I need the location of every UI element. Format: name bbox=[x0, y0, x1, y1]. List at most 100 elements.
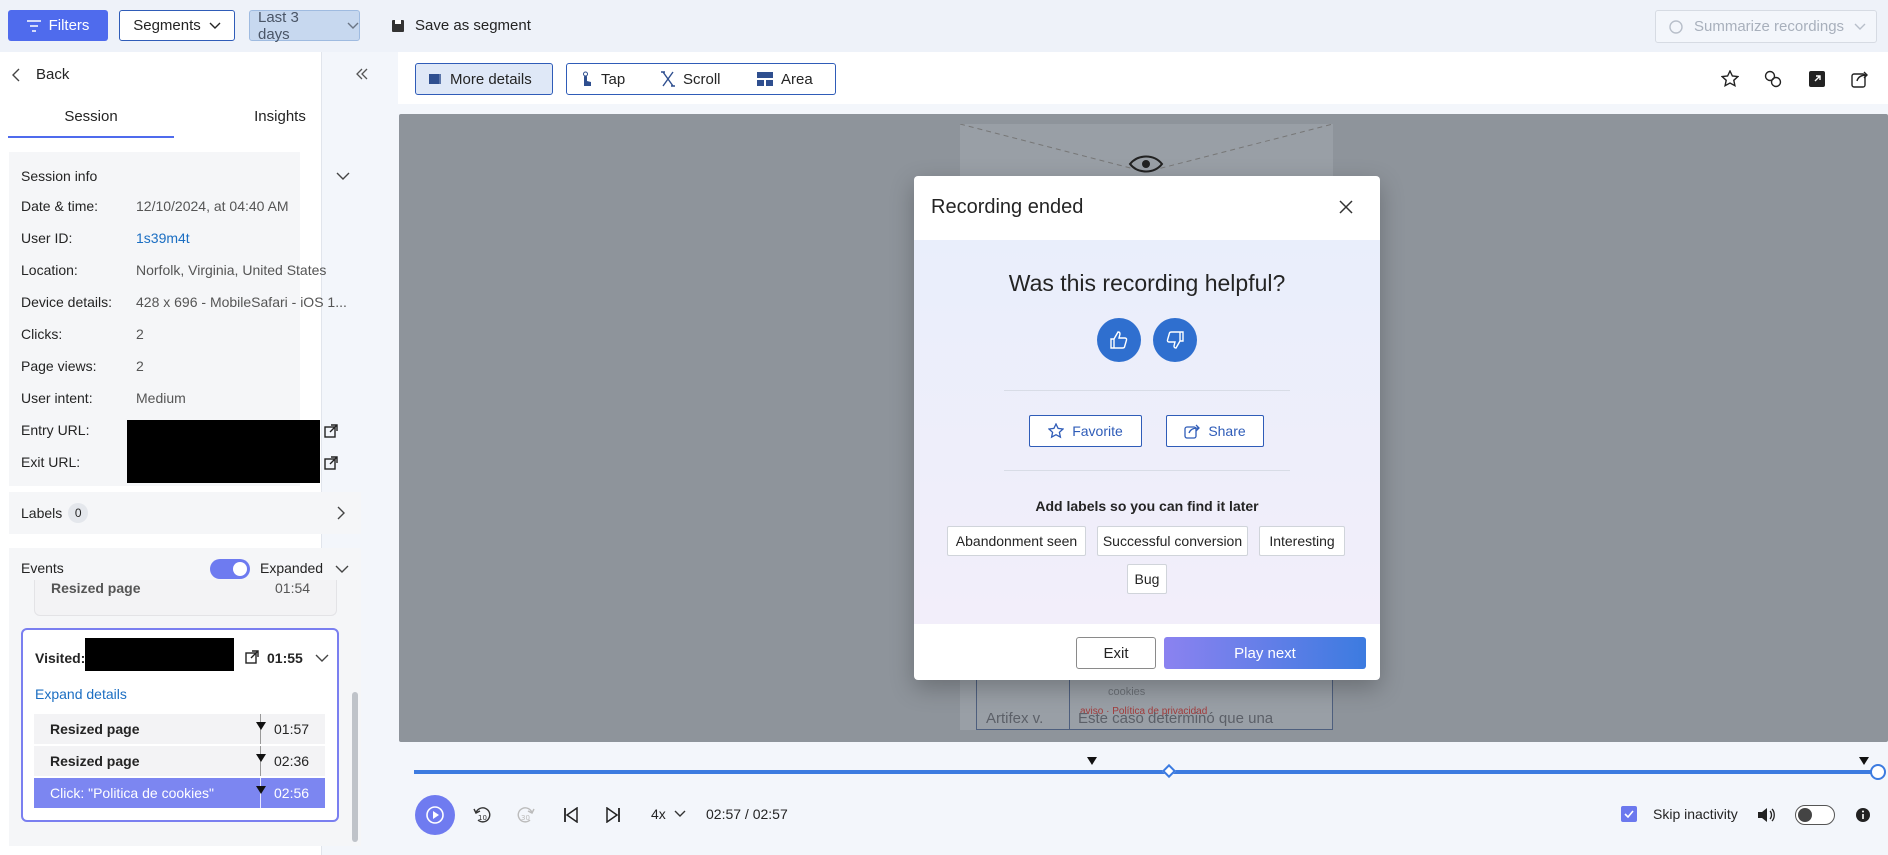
timeline-event-marker-icon bbox=[1087, 757, 1097, 765]
prev-event-time: 01:54 bbox=[275, 580, 311, 596]
info-icon[interactable] bbox=[1855, 807, 1871, 823]
skip-inactivity-label: Skip inactivity bbox=[1653, 806, 1738, 822]
divider bbox=[1004, 390, 1290, 391]
rewind-10-icon[interactable]: 10 bbox=[473, 805, 491, 825]
open-external-icon[interactable] bbox=[324, 424, 338, 438]
thumbs-down-button[interactable] bbox=[1153, 318, 1197, 362]
exit-button[interactable]: Exit bbox=[1076, 637, 1156, 669]
info-label-user-id: User ID: bbox=[21, 230, 73, 246]
chevron-down-icon bbox=[347, 22, 359, 29]
event-row[interactable]: Resized page 02:36 bbox=[34, 746, 325, 776]
top-bar: Filters Segments Last 3 days Save as seg… bbox=[0, 0, 1888, 52]
open-external-icon[interactable] bbox=[324, 456, 338, 470]
forward-30-icon: 30 bbox=[517, 807, 535, 823]
open-external-icon[interactable] bbox=[245, 650, 259, 664]
event-label: Resized page bbox=[50, 721, 140, 737]
more-details-label: More details bbox=[450, 70, 532, 88]
info-label-device: Device details: bbox=[21, 294, 113, 310]
timeline-event-marker-icon bbox=[1859, 757, 1869, 765]
checkmark-icon bbox=[1624, 810, 1634, 818]
label-chip-abandonment-seen[interactable]: Abandonment seen bbox=[947, 526, 1086, 556]
next-icon[interactable] bbox=[605, 807, 621, 823]
event-time: 02:56 bbox=[274, 785, 310, 801]
active-tab-indicator bbox=[8, 136, 174, 138]
label-chip-successful-conversion[interactable]: Successful conversion bbox=[1097, 526, 1248, 556]
chevron-down-icon[interactable] bbox=[315, 654, 329, 662]
expand-details-link[interactable]: Expand details bbox=[35, 686, 127, 702]
chevron-down-icon[interactable] bbox=[335, 565, 349, 573]
divider bbox=[1004, 470, 1290, 471]
back-label: Back bbox=[36, 66, 70, 83]
collapse-panel-icon[interactable] bbox=[355, 68, 369, 80]
star-icon[interactable] bbox=[1721, 70, 1739, 88]
share-icon[interactable] bbox=[1851, 70, 1869, 88]
previous-icon[interactable] bbox=[563, 807, 579, 823]
info-value-clicks: 2 bbox=[136, 326, 144, 342]
time-readout: 02:57 / 02:57 bbox=[706, 806, 788, 822]
svg-text:10: 10 bbox=[478, 814, 487, 822]
chevron-down-icon[interactable] bbox=[336, 172, 350, 180]
details-icon bbox=[429, 74, 441, 84]
recording-ended-dialog: Recording ended Was this recording helpf… bbox=[914, 176, 1380, 680]
scroll-icon bbox=[661, 71, 675, 87]
more-details-button[interactable]: More details bbox=[415, 63, 553, 95]
volume-icon[interactable] bbox=[1757, 807, 1775, 823]
caret-down-icon bbox=[256, 786, 266, 794]
timeline-playhead[interactable] bbox=[1870, 764, 1886, 780]
area-icon bbox=[757, 72, 773, 86]
caret-down-icon bbox=[256, 722, 266, 730]
chevron-left-icon bbox=[12, 68, 20, 81]
speed-dropdown[interactable]: 4x bbox=[651, 806, 686, 822]
tab-session[interactable]: Session bbox=[8, 108, 174, 125]
open-in-new-icon[interactable] bbox=[1808, 70, 1826, 88]
helpful-question: Was this recording helpful? bbox=[1008, 270, 1286, 296]
tap-icon bbox=[583, 71, 591, 86]
segments-dropdown[interactable]: Segments bbox=[119, 10, 235, 41]
page-row-left: Artifex v. bbox=[986, 710, 1044, 727]
favorite-button[interactable]: Favorite bbox=[1029, 415, 1142, 447]
player-toolbar: More details Tap Scroll Area bbox=[398, 52, 1888, 104]
labels-card[interactable]: Labels 0 bbox=[9, 492, 361, 534]
share-button[interactable]: Share bbox=[1166, 415, 1264, 447]
redacted-urls bbox=[127, 420, 320, 483]
events-scrollbar[interactable] bbox=[352, 692, 358, 842]
filters-button[interactable]: Filters bbox=[8, 10, 108, 41]
event-label: Resized page bbox=[50, 753, 140, 769]
segments-compare-icon[interactable] bbox=[1764, 70, 1782, 88]
date-range-dropdown[interactable]: Last 3 days bbox=[249, 9, 360, 43]
thumbs-up-button[interactable] bbox=[1097, 318, 1141, 362]
expanded-toggle[interactable] bbox=[210, 559, 250, 579]
play-next-button[interactable]: Play next bbox=[1164, 637, 1366, 669]
save-as-segment-button[interactable]: Save as segment bbox=[391, 17, 531, 34]
scroll-button[interactable]: Scroll bbox=[649, 63, 746, 95]
summarize-label: Summarize recordings bbox=[1694, 18, 1845, 35]
close-icon[interactable] bbox=[1339, 200, 1353, 214]
prev-event-row[interactable]: Resized page 01:54 bbox=[34, 580, 337, 616]
summarize-recordings-button[interactable]: Summarize recordings bbox=[1655, 10, 1877, 43]
prev-event-label: Resized page bbox=[51, 580, 141, 596]
thumbs-down-icon bbox=[1166, 331, 1184, 349]
events-title: Events bbox=[21, 560, 64, 576]
share-icon bbox=[1184, 424, 1201, 439]
tab-insights[interactable]: Insights bbox=[200, 108, 360, 125]
labels-prompt: Add labels so you can find it later bbox=[1035, 498, 1259, 514]
info-value-device: 428 x 696 - MobileSafari - iOS 1... bbox=[136, 294, 346, 310]
area-button[interactable]: Area bbox=[745, 63, 836, 95]
event-row[interactable]: Resized page 01:57 bbox=[34, 714, 325, 744]
favorite-label: Favorite bbox=[1072, 423, 1123, 439]
speed-label: 4x bbox=[651, 806, 666, 822]
back-button[interactable]: Back bbox=[12, 66, 69, 83]
skip-inactivity-checkbox[interactable] bbox=[1621, 806, 1637, 822]
save-as-segment-label: Save as segment bbox=[415, 17, 531, 34]
event-row-active[interactable]: Click: "Politica de cookies" 02:56 bbox=[34, 778, 325, 808]
info-value-date: 12/10/2024, at 04:40 AM bbox=[136, 198, 289, 214]
filters-label: Filters bbox=[48, 17, 90, 34]
label-chip-interesting[interactable]: Interesting bbox=[1259, 526, 1345, 556]
info-label-location: Location: bbox=[21, 262, 78, 278]
tap-button[interactable]: Tap bbox=[566, 63, 650, 95]
replay-button[interactable] bbox=[415, 795, 455, 835]
label-chip-bug[interactable]: Bug bbox=[1127, 564, 1167, 594]
timeline-track[interactable] bbox=[414, 770, 1878, 774]
playback-toggle[interactable] bbox=[1795, 805, 1835, 825]
user-id-link[interactable]: 1s39m4t bbox=[136, 230, 296, 246]
